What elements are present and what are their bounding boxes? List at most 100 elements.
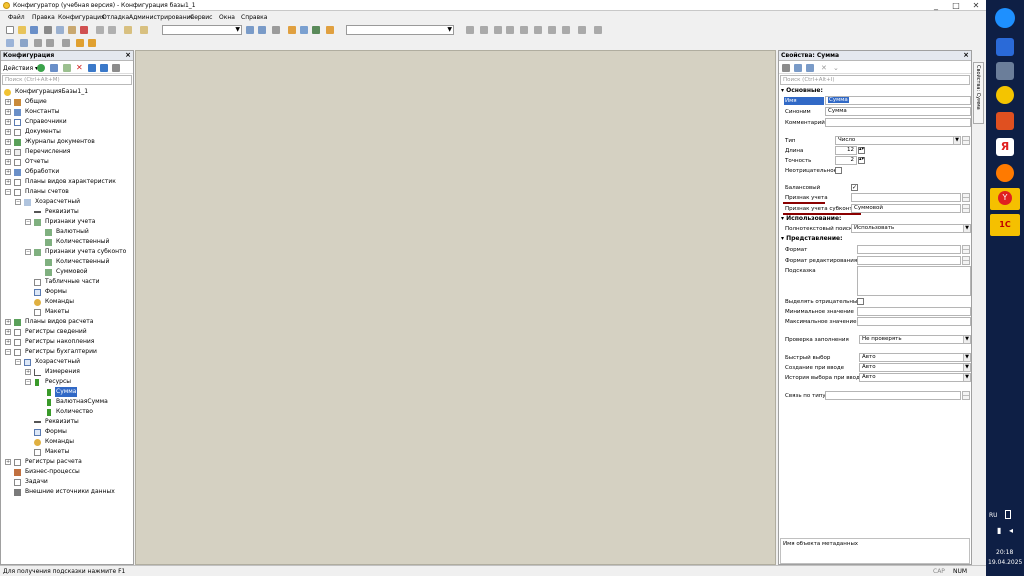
clear-icon[interactable]: ✕ [821, 64, 829, 72]
tree-item-tasks[interactable]: Задачи [1, 477, 133, 487]
sort-icon[interactable] [782, 64, 790, 72]
fulltext-select[interactable]: Использовать ▼ [851, 224, 971, 233]
tree-item-acct-registers[interactable]: − Регистры бухгалтерии [1, 347, 133, 357]
format-icon[interactable] [548, 26, 556, 34]
filter-icon[interactable] [806, 64, 814, 72]
outdent-icon[interactable] [480, 26, 488, 34]
tree-item-documents[interactable]: + Документы [1, 127, 133, 137]
comment-field[interactable] [825, 118, 971, 127]
menu-administration[interactable]: Администрирование [129, 14, 194, 21]
tree-root[interactable]: КонфигурацияБазы1_1 [1, 87, 133, 97]
add-icon[interactable] [37, 64, 45, 72]
battery-icon[interactable] [1005, 510, 1011, 519]
onec-enterprise-icon[interactable] [996, 86, 1014, 104]
tree-item-quantity-flag[interactable]: Количественный [1, 237, 133, 247]
onec-icon[interactable]: 1С [990, 214, 1020, 236]
yandex-browser-icon[interactable]: Y [990, 188, 1020, 210]
close-window-button[interactable]: ✕ [966, 0, 986, 11]
type-field[interactable]: Число ▼ [835, 136, 961, 145]
tree-item-register-hozraschet[interactable]: − Хозрасчетный [1, 357, 133, 367]
find-icon[interactable] [124, 26, 132, 34]
tree-item-currency-sum[interactable]: ВалютнаяСумма [1, 397, 133, 407]
name-field[interactable]: Сумма [825, 96, 971, 105]
menu-help[interactable]: Справка [241, 14, 267, 21]
length-stepper[interactable]: ▴▾ [858, 147, 865, 154]
subkonto-flag-select-button[interactable]: … [962, 204, 970, 213]
unwrap-icon[interactable] [534, 26, 542, 34]
tree-item-tabular-sections[interactable]: Табличные части [1, 277, 133, 287]
properties-search-input[interactable]: Поиск (Ctrl+Alt+I) [780, 75, 970, 85]
copy-icon[interactable] [56, 26, 64, 34]
new-icon[interactable] [6, 26, 14, 34]
tree-item-quantity[interactable]: Количество [1, 407, 133, 417]
tree-item-attributes[interactable]: Реквизиты [1, 207, 133, 217]
menu-windows[interactable]: Окна [219, 14, 235, 21]
goto-icon[interactable] [562, 26, 570, 34]
clock-time[interactable]: 20:18 [996, 549, 1013, 556]
yandex-icon[interactable]: Я [996, 138, 1014, 156]
find-next-icon[interactable] [246, 26, 254, 34]
section-usage[interactable]: ▾ Использование: [781, 215, 841, 222]
min-value-field[interactable] [857, 307, 971, 316]
tree-item-reg-commands[interactable]: Команды [1, 437, 133, 447]
choice-history-select[interactable]: Авто ▼ [859, 373, 971, 382]
max-value-field[interactable] [857, 317, 971, 326]
bookmark-icon[interactable] [272, 26, 280, 34]
uncomment-icon[interactable] [506, 26, 514, 34]
tree-item-calc-registers[interactable]: + Регистры расчета [1, 457, 133, 467]
tree-item-constants[interactable]: + Константы [1, 107, 133, 117]
taskbar-app-icon[interactable] [996, 112, 1014, 130]
clock-date[interactable]: 19.04.2025 [988, 559, 1022, 566]
tree-item-catalogs[interactable]: + Справочники [1, 117, 133, 127]
edit-format-select-button[interactable]: … [962, 256, 970, 265]
language-indicator[interactable]: RU [989, 512, 998, 519]
tree-item-forms[interactable]: Формы [1, 287, 133, 297]
tree-item-charts-of-accounts[interactable]: − Планы счетов [1, 187, 133, 197]
tree-item-sum-selected[interactable]: Сумма [1, 387, 133, 397]
firefox-icon[interactable] [996, 164, 1014, 182]
tree-item-characteristics[interactable]: + Планы видов характеристик [1, 177, 133, 187]
subkonto-flag-field[interactable]: Суммовой [851, 204, 961, 213]
save-icon[interactable] [30, 26, 38, 34]
delete-icon[interactable] [80, 26, 88, 34]
tree-item-business-processes[interactable]: Бизнес-процессы [1, 467, 133, 477]
format-field[interactable] [857, 245, 961, 254]
module-combo[interactable]: ▼ [346, 25, 454, 35]
quick-choice-select[interactable]: Авто ▼ [859, 353, 971, 362]
repository-icon[interactable] [62, 39, 70, 47]
synonym-field[interactable]: Сумма [825, 107, 971, 116]
open-icon[interactable] [18, 26, 26, 34]
tree-item-info-registers[interactable]: + Регистры сведений [1, 327, 133, 337]
indent-icon[interactable] [466, 26, 474, 34]
table-icon[interactable] [312, 26, 320, 34]
precision-field[interactable]: 2 [835, 156, 857, 165]
tree-item-subkonto-flags[interactable]: − Признаки учета субконто [1, 247, 133, 257]
config-search-input[interactable]: Поиск (Ctrl+Alt+M) [2, 75, 132, 85]
delete-icon[interactable]: ✕ [76, 64, 84, 72]
tree-item-enums[interactable]: + Перечисления [1, 147, 133, 157]
tree-item-currency[interactable]: Валютный [1, 227, 133, 237]
fill-check-select[interactable]: Не проверять ▼ [859, 335, 971, 344]
tree-item-commands[interactable]: Команды [1, 297, 133, 307]
taskbar-app-icon[interactable] [996, 38, 1014, 56]
edit-format-field[interactable] [857, 256, 961, 265]
acct-flag-field[interactable] [851, 193, 961, 202]
properties-side-tab[interactable]: Свойства: Сумма [973, 62, 984, 124]
redo-icon[interactable] [108, 26, 116, 34]
type-select-button[interactable]: … [962, 136, 970, 145]
tree-item-subkonto-sum[interactable]: Суммовой [1, 267, 133, 277]
menu-file[interactable]: Файл [8, 14, 25, 21]
paste-icon[interactable] [68, 26, 76, 34]
syntax-helper-icon[interactable] [288, 26, 296, 34]
open-config-icon[interactable] [6, 39, 14, 47]
tree-item-common[interactable]: + Общие [1, 97, 133, 107]
tree-item-templates[interactable]: Макеты [1, 307, 133, 317]
nonneg-checkbox[interactable] [835, 167, 842, 174]
menu-service[interactable]: Сервис [190, 14, 212, 21]
tree-item-reg-templates[interactable]: Макеты [1, 447, 133, 457]
settings-icon[interactable] [594, 26, 602, 34]
tree-item-accum-registers[interactable]: + Регистры накопления [1, 337, 133, 347]
edit-icon[interactable] [50, 64, 58, 72]
type-link-select-button[interactable]: … [962, 391, 970, 400]
volume-icon[interactable]: ◂ [1009, 526, 1013, 535]
